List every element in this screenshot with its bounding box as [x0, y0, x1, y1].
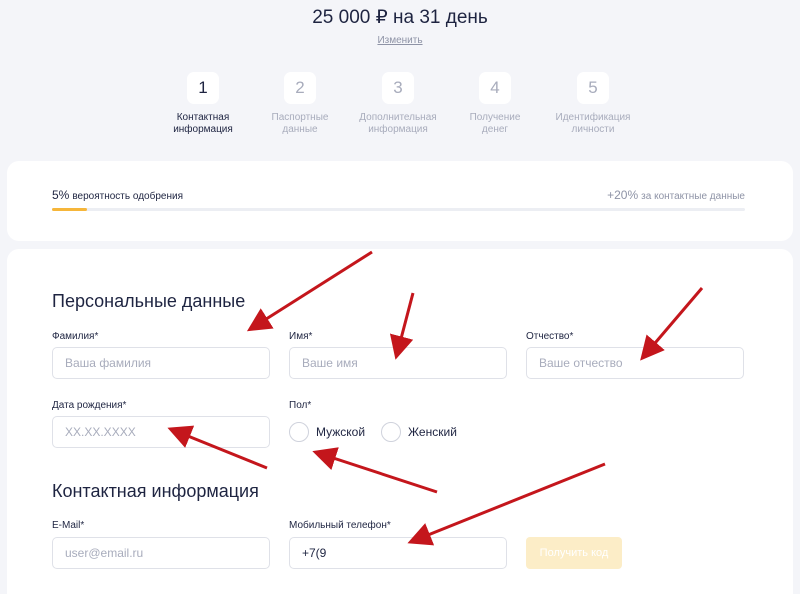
bonus-text: за контактные данные — [641, 191, 745, 202]
personal-section-title: Персональные данные — [52, 291, 246, 311]
step-label: Контактная информация — [173, 112, 233, 135]
radio-male[interactable] — [289, 422, 309, 442]
form-card: Персональные данные Фамилия* Имя* Отчест… — [7, 249, 793, 594]
lastname-input[interactable] — [52, 347, 270, 379]
phone-label: Мобильный телефон* — [289, 520, 391, 531]
step-number: 3 — [382, 72, 414, 104]
get-code-button[interactable]: Получить код — [526, 537, 622, 569]
step-number: 5 — [577, 72, 609, 104]
gender-label: Пол* — [289, 400, 312, 411]
step-1[interactable]: 1 Контактная информация — [153, 72, 253, 136]
email-input[interactable] — [52, 537, 270, 569]
gender-male-label: Мужской — [316, 425, 366, 439]
contact-bonus: +20% за контактные данные — [607, 188, 745, 202]
step-label: Получение денег — [469, 112, 521, 135]
phone-input[interactable] — [289, 537, 507, 569]
step-label: Паспортные данные — [271, 112, 329, 135]
firstname-input[interactable] — [289, 347, 507, 379]
loan-summary-title: 25 000 ₽ на 31 день — [312, 7, 488, 28]
step-4[interactable]: 4 Получение денег — [445, 72, 545, 136]
step-3[interactable]: 3 Дополнительная информация — [348, 72, 448, 136]
bonus-percent: +20% — [607, 188, 639, 202]
step-number: 2 — [284, 72, 316, 104]
approval-percent: 5% — [52, 188, 70, 202]
birthdate-input[interactable] — [52, 416, 270, 448]
birthdate-label: Дата рождения* — [52, 400, 127, 411]
step-label: Дополнительная информация — [359, 112, 437, 135]
approval-progress-card: 5% вероятность одобрения +20% за контактны… — [7, 161, 793, 241]
change-link[interactable]: Изменить — [0, 35, 800, 46]
progress-fill — [52, 208, 87, 211]
step-number: 1 — [187, 72, 219, 104]
gender-female-option[interactable]: Женский — [381, 422, 457, 442]
step-number: 4 — [479, 72, 511, 104]
firstname-label: Имя* — [289, 331, 313, 342]
patronymic-label: Отчество* — [526, 331, 574, 342]
approval-probability: 5% вероятность одобрения — [52, 188, 183, 202]
radio-female[interactable] — [381, 422, 401, 442]
gender-female-label: Женский — [408, 425, 457, 439]
step-label: Идентификация личности — [555, 112, 631, 135]
contact-section-title: Контактная информация — [52, 481, 259, 501]
email-label: E-Mail* — [52, 520, 85, 531]
lastname-label: Фамилия* — [52, 331, 99, 342]
gender-male-option[interactable]: Мужской — [289, 422, 365, 442]
step-2[interactable]: 2 Паспортные данные — [250, 72, 350, 136]
progress-track — [52, 208, 745, 211]
approval-text: вероятность одобрения — [72, 191, 183, 202]
step-5[interactable]: 5 Идентификация личности — [543, 72, 643, 136]
stepper: 1 Контактная информация 2 Паспортные дан… — [0, 72, 800, 142]
patronymic-input[interactable] — [526, 347, 744, 379]
